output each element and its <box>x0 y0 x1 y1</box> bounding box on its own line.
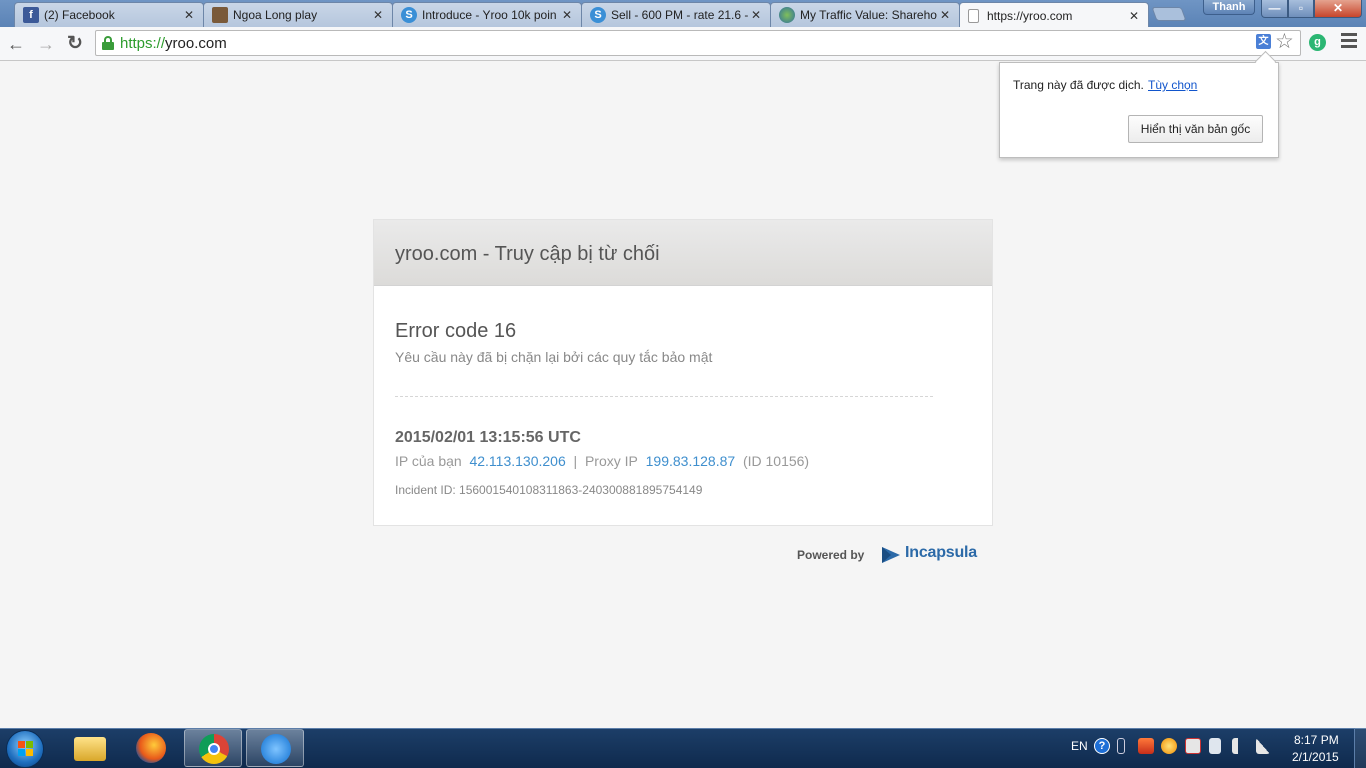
close-tab-icon[interactable]: ✕ <box>372 8 384 22</box>
facebook-icon: f <box>23 7 39 23</box>
menu-icon[interactable] <box>1341 33 1357 51</box>
avast-tray-icon[interactable] <box>1161 738 1177 754</box>
new-tab-button[interactable] <box>1151 7 1187 21</box>
divider <box>395 396 933 397</box>
clock-date[interactable]: 2/1/2015 <box>1292 750 1339 764</box>
ip-label: IP của bạn <box>395 453 462 469</box>
maximize-button[interactable]: ▫ <box>1288 0 1314 18</box>
taskbar-chrome[interactable] <box>184 729 242 767</box>
show-hidden-icons[interactable] <box>1117 738 1125 754</box>
close-tab-icon[interactable]: ✕ <box>561 8 573 22</box>
page-icon <box>968 8 979 23</box>
show-desktop-button[interactable] <box>1354 728 1366 768</box>
show-original-button[interactable]: Hiển thị văn bản gốc <box>1128 115 1263 143</box>
tab-title: (2) Facebook <box>44 8 115 22</box>
device-tray-icon[interactable] <box>1209 738 1221 754</box>
translate-icon[interactable]: 文 <box>1256 34 1271 49</box>
translate-bubble: Trang này đã được dịch. Tùy chọn Hiển th… <box>999 62 1279 158</box>
tab-sell-600[interactable]: S Sell - 600 PM - rate 21.6 - ✕ <box>581 2 771 27</box>
ip-separator: | <box>573 453 578 469</box>
url-scheme: https:// <box>120 35 166 52</box>
error-timestamp: 2015/02/01 13:15:56 UTC <box>395 429 581 446</box>
game-avatar-icon <box>212 7 228 23</box>
grammarly-extension-icon[interactable]: g <box>1309 34 1326 51</box>
address-bar[interactable]: https://yroo.com <box>95 30 1301 56</box>
tab-ngoa-long[interactable]: Ngoa Long play ✕ <box>203 2 393 27</box>
taskbar-explorer[interactable] <box>60 729 118 767</box>
ip-info: IP của bạn 42.113.130.206 | Proxy IP 199… <box>395 453 971 469</box>
reload-button[interactable]: ↻ <box>63 32 87 56</box>
close-tab-icon[interactable]: ✕ <box>183 8 195 22</box>
proxy-id: (ID 10156) <box>742 453 810 469</box>
windows-logo-icon <box>18 741 34 757</box>
ip-value: 42.113.130.206 <box>469 453 566 469</box>
error-description: Yêu cầu này đã bị chặn lại bởi các quy t… <box>395 349 713 365</box>
incapsula-brand[interactable]: Incapsula <box>905 544 977 562</box>
translate-message: Trang này đã được dịch. <box>1013 78 1144 92</box>
app-tray-icon[interactable] <box>1138 738 1154 754</box>
taskbar-teamviewer[interactable] <box>246 729 304 767</box>
tab-title: Sell - 600 PM - rate 21.6 - <box>611 8 749 22</box>
yroo-icon: S <box>401 7 417 23</box>
language-indicator[interactable]: EN <box>1071 739 1088 753</box>
incident-id: Incident ID: 156001540108311863-24030088… <box>395 483 703 497</box>
user-profile-button[interactable]: Thanh <box>1203 0 1255 15</box>
close-window-button[interactable]: ✕ <box>1314 0 1362 18</box>
lock-icon <box>102 36 114 50</box>
volume-icon[interactable] <box>1232 738 1244 754</box>
incapsula-logo-icon <box>882 547 900 563</box>
start-button[interactable] <box>6 730 44 768</box>
close-tab-icon[interactable]: ✕ <box>1128 9 1140 23</box>
close-tab-icon[interactable]: ✕ <box>939 8 951 22</box>
proxy-ip-value: 199.83.128.87 <box>645 453 736 469</box>
url-host: yroo.com <box>165 35 227 52</box>
tab-title: https://yroo.com <box>987 8 1073 23</box>
yroo-icon: S <box>590 7 606 23</box>
network-icon[interactable] <box>1256 738 1270 754</box>
tab-yroo-active[interactable]: https://yroo.com ✕ <box>959 2 1149 28</box>
tab-introduce-yroo[interactable]: S Introduce - Yroo 10k poin ✕ <box>392 2 582 27</box>
error-card: yroo.com - Truy cập bị từ chối Error cod… <box>373 219 993 526</box>
teamviewer-icon <box>261 734 291 764</box>
folder-icon <box>74 737 106 761</box>
help-icon[interactable]: ? <box>1094 738 1110 754</box>
taskbar-firefox[interactable] <box>122 729 180 767</box>
translate-options-link[interactable]: Tùy chọn <box>1148 78 1197 92</box>
minimize-button[interactable]: — <box>1261 0 1288 18</box>
bookmark-star-icon[interactable]: ☆ <box>1275 29 1294 54</box>
error-header-title: yroo.com - Truy cập bị từ chối <box>374 220 992 286</box>
antivirus-tray-icon[interactable] <box>1185 738 1201 754</box>
browser-toolbar: ← → ↻ https://yroo.com <box>0 27 1366 61</box>
proxy-label: Proxy IP <box>584 453 638 469</box>
tab-title: Ngoa Long play <box>233 8 318 22</box>
error-code: Error code 16 <box>395 320 517 342</box>
tab-title: Introduce - Yroo 10k poin <box>422 8 557 22</box>
url-text[interactable]: https://yroo.com <box>120 35 227 52</box>
tab-title: My Traffic Value: Shareho <box>800 8 937 22</box>
firefox-icon <box>136 733 166 763</box>
chrome-icon <box>199 734 229 764</box>
powered-by-label: Powered by <box>797 548 865 562</box>
tab-my-traffic-value[interactable]: My Traffic Value: Shareho ✕ <box>770 2 960 27</box>
tab-facebook[interactable]: f (2) Facebook ✕ <box>14 2 204 27</box>
clock-time[interactable]: 8:17 PM <box>1294 733 1339 747</box>
back-button[interactable]: ← <box>4 32 28 56</box>
forward-button[interactable]: → <box>34 32 58 56</box>
globe-icon <box>779 7 795 23</box>
close-tab-icon[interactable]: ✕ <box>750 8 762 22</box>
